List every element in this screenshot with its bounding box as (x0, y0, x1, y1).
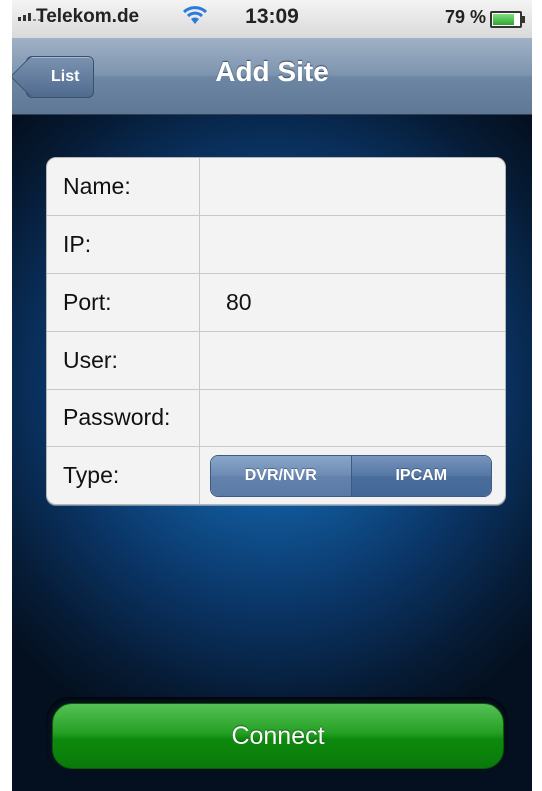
name-row: Name: (47, 158, 505, 216)
ip-field[interactable] (200, 216, 505, 273)
user-row: User: (47, 332, 505, 390)
content-area: Name: IP: Port: User: Password: (12, 115, 532, 791)
password-row: Password: (47, 389, 505, 447)
name-label: Name: (63, 173, 131, 199)
port-label: Port: (63, 289, 112, 315)
port-row: Port: (47, 274, 505, 332)
type-option-ipcam[interactable]: IPCAM (351, 456, 491, 496)
type-label: Type: (63, 462, 120, 488)
page-title: Add Site (215, 56, 329, 87)
password-label: Password: (63, 404, 171, 430)
status-bar: Telekom.de 13:09 79 % (12, 0, 532, 38)
connect-button[interactable]: Connect (52, 703, 504, 769)
user-field[interactable] (200, 332, 505, 389)
type-option-dvr-nvr[interactable]: DVR/NVR (211, 456, 352, 496)
password-field[interactable] (200, 389, 505, 446)
battery-fill (493, 14, 514, 25)
row-divider (199, 447, 200, 504)
site-form: Name: IP: Port: User: Password: (46, 157, 506, 505)
ip-label: IP: (63, 231, 92, 257)
battery-percentage: 79 % (444, 7, 486, 27)
battery-icon (490, 11, 525, 28)
user-label: User: (63, 347, 118, 373)
type-segmented-control: DVR/NVR IPCAM (210, 455, 492, 497)
navigation-bar: List Add Site (12, 38, 532, 115)
type-row: Type: DVR/NVR IPCAM (47, 447, 505, 504)
ip-row: IP: (47, 216, 505, 274)
port-field[interactable] (200, 274, 505, 331)
name-field[interactable] (200, 158, 505, 215)
phone-screen: Telekom.de 13:09 79 % List Add Site Name… (12, 0, 532, 791)
